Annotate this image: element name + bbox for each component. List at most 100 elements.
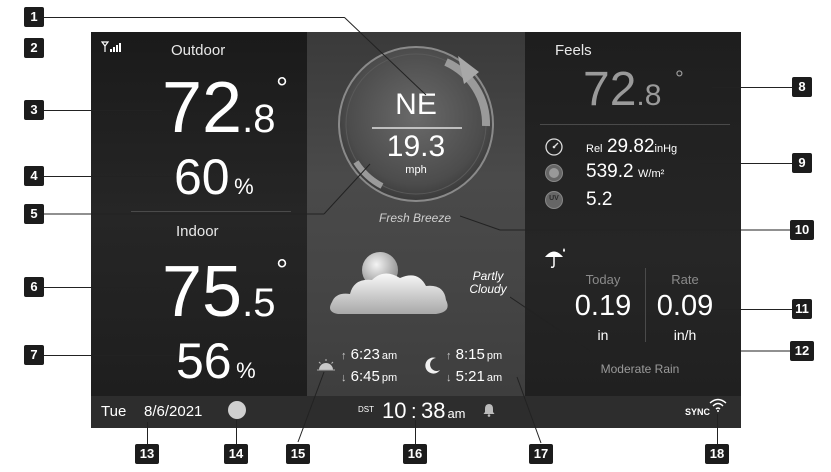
feels-temp-main: 72 <box>583 63 637 116</box>
bell-icon <box>483 403 495 417</box>
leader-line-7 <box>44 355 176 356</box>
clock: 10 : 38 am <box>382 398 466 424</box>
partly-cloudy-icon <box>326 248 456 322</box>
wifi-icon <box>709 398 727 412</box>
leader-line-5 <box>44 160 374 220</box>
feels-temperature: 72.8 <box>583 66 661 114</box>
moonrise-ampm: pm <box>486 350 503 362</box>
callout-13: 13 <box>135 444 159 464</box>
callout-14: 14 <box>224 444 248 464</box>
moonrise-time: 8:15 <box>455 346 485 363</box>
leader-line-8 <box>712 87 792 88</box>
leader-line-12 <box>509 295 794 355</box>
leader-line-17 <box>515 375 545 445</box>
moonset-ampm: am <box>486 372 503 384</box>
rain-description: Moderate Rain <box>600 362 680 376</box>
callout-1: 1 <box>24 7 44 27</box>
divider <box>540 124 730 125</box>
callout-6: 6 <box>24 277 44 297</box>
solar-value: 539.2 <box>586 161 634 182</box>
outdoor-temp-main: 72 <box>162 68 243 148</box>
moonrise-arrow: ↑ <box>446 350 452 362</box>
pressure-unit: inHg <box>654 143 678 155</box>
outdoor-degree: ° <box>276 72 288 105</box>
callout-16: 16 <box>403 444 427 464</box>
forecast-line2: Cloudy <box>469 282 507 296</box>
callout-3: 3 <box>24 100 44 120</box>
moon-icon <box>424 356 442 374</box>
pressure-value: 29.82 <box>606 136 655 157</box>
sunset-ampm: pm <box>381 372 398 384</box>
callout-8: 8 <box>792 77 812 97</box>
pressure-reading: Rel 29.82inHg <box>586 136 677 158</box>
leader-line-1-diag <box>340 16 430 97</box>
sunrise: ↑ 6:23 am <box>341 346 397 363</box>
indoor-humidity: 56 % <box>176 336 256 386</box>
callout-7: 7 <box>24 345 44 365</box>
indoor-temp-main: 75 <box>162 252 243 332</box>
callout-2: 2 <box>24 38 44 58</box>
callout-12: 12 <box>790 341 814 361</box>
indoor-temp-decimal: .5 <box>242 281 276 325</box>
leader-line-9 <box>700 163 792 164</box>
forecast-text: Partly Cloudy <box>466 270 510 296</box>
rain-rate-label: Rate <box>671 272 699 287</box>
callout-9: 9 <box>792 153 812 173</box>
full-moon-icon <box>228 401 246 419</box>
leader-line-6 <box>44 287 160 288</box>
clock-minute: 38 <box>420 398 446 423</box>
solar-unit: W/m² <box>638 168 665 180</box>
callout-4: 4 <box>24 166 44 186</box>
clock-hour: 10 <box>382 398 407 423</box>
indoor-humidity-unit: % <box>236 358 256 383</box>
sunset: ↓ 6:45 pm <box>341 368 397 385</box>
outdoor-temp-decimal: .8 <box>242 97 276 141</box>
leader-line-16 <box>415 420 416 444</box>
moonset: ↓ 5:21 am <box>446 368 502 385</box>
leader-line-10 <box>459 214 794 234</box>
sunrise-ampm: am <box>381 350 398 362</box>
callout-15: 15 <box>286 444 310 464</box>
indoor-degree: ° <box>276 254 288 287</box>
date: 8/6/2021 <box>144 403 203 420</box>
callout-11: 11 <box>792 299 812 319</box>
sunrise-arrow: ↑ <box>341 350 347 362</box>
sunrise-time: 6:23 <box>350 346 380 363</box>
day-of-week: Tue <box>101 403 127 420</box>
leader-line-3 <box>44 110 162 111</box>
leader-line-15 <box>296 370 328 444</box>
callout-5: 5 <box>24 204 44 224</box>
leader-line-18 <box>717 414 718 444</box>
wind-speed-unit: mph <box>405 164 427 176</box>
sunrise-icon <box>316 358 336 371</box>
signal-icon <box>100 40 123 52</box>
sunset-arrow: ↓ <box>341 372 347 384</box>
umbrella-icon <box>544 246 568 270</box>
indoor-humidity-value: 56 <box>176 333 232 389</box>
solar-reading: 539.2 W/m² <box>586 161 664 183</box>
indoor-label: Indoor <box>176 223 219 240</box>
callout-10: 10 <box>790 220 814 240</box>
outdoor-temperature: 72.8 <box>162 72 275 144</box>
sun-icon <box>544 163 564 183</box>
callout-18: 18 <box>705 444 729 464</box>
sync-label: SYNC <box>685 407 711 417</box>
wind-description: Fresh Breeze <box>379 211 452 225</box>
dst-indicator: DST <box>358 405 374 414</box>
moonset-time: 5:21 <box>455 368 485 385</box>
outdoor-label: Outdoor <box>171 42 226 59</box>
callout-17: 17 <box>529 444 553 464</box>
pressure-prefix: Rel <box>586 143 603 155</box>
feels-label: Feels <box>555 42 592 59</box>
leader-line-1 <box>44 17 344 18</box>
leader-line-13 <box>147 422 148 444</box>
rain-today-label: Today <box>585 272 621 287</box>
feels-degree: ° <box>675 66 684 91</box>
uv-icon-label: UV <box>549 195 559 202</box>
moonset-arrow: ↓ <box>446 372 452 384</box>
gauge-icon <box>544 137 564 157</box>
sunset-time: 6:45 <box>350 368 380 385</box>
indoor-temperature: 75.5 <box>162 256 275 328</box>
moonrise: ↑ 8:15 pm <box>446 346 502 363</box>
clock-ampm: am <box>447 406 466 421</box>
